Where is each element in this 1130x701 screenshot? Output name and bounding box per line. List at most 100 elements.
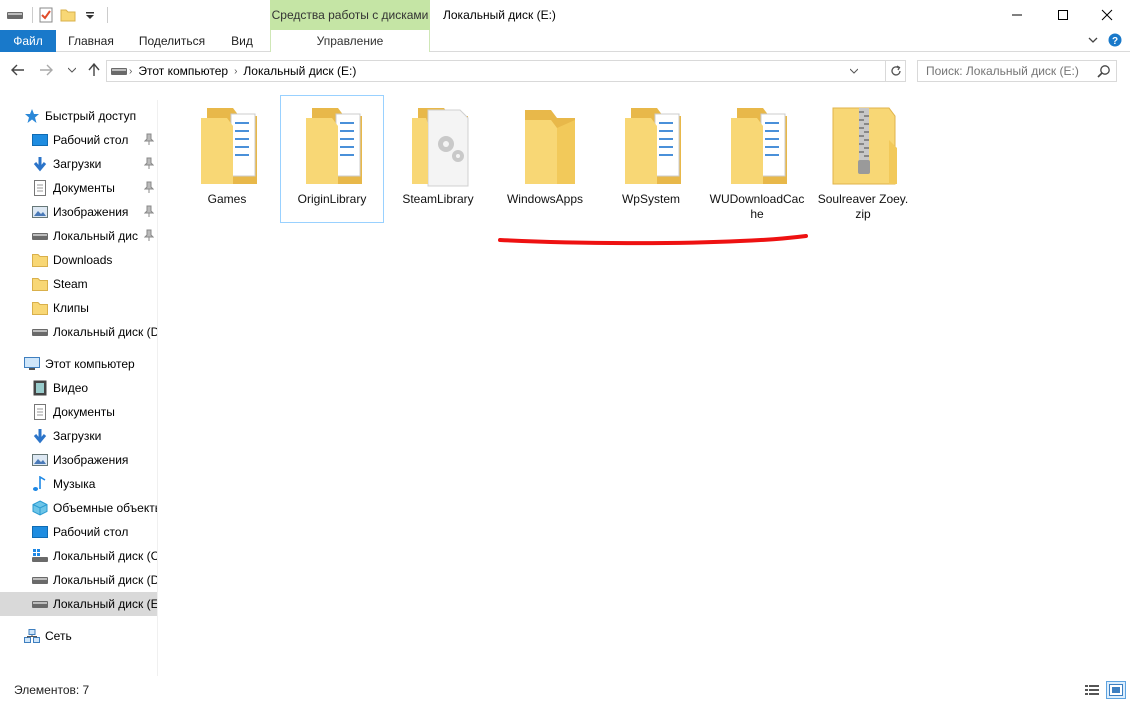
sidebar-item-pictures[interactable]: Изображения (0, 200, 157, 224)
pictures-icon (32, 452, 48, 468)
download-icon (32, 156, 48, 172)
help-icon[interactable]: ? (1108, 33, 1122, 47)
sidebar-item-local-disk-d[interactable]: Локальный диск (D (0, 568, 158, 592)
sidebar-item-desktop[interactable]: Рабочий стол (0, 128, 157, 152)
customize-toolbar-icon[interactable] (81, 6, 99, 24)
up-button[interactable] (84, 60, 104, 80)
folder-with-settings-icon (412, 108, 469, 187)
details-view-icon (1085, 685, 1099, 695)
tab-file[interactable]: Файл (0, 30, 56, 52)
pin-icon (144, 157, 154, 169)
file-item-wudownloadcache[interactable]: WUDownloadCache (705, 95, 809, 223)
sidebar-item-label: Изображения (53, 453, 129, 467)
sidebar-item-label: Видео (53, 381, 89, 395)
tab-home[interactable]: Главная (60, 30, 122, 52)
new-folder-icon[interactable] (59, 6, 77, 24)
arrow-left-icon (11, 64, 24, 76)
breadcrumb-this-pc[interactable]: Этот компьютер (138, 64, 228, 78)
music-icon (32, 476, 48, 492)
sidebar-item-label: Загрузки (53, 429, 102, 443)
close-button[interactable] (1084, 0, 1130, 30)
refresh-button[interactable] (886, 60, 906, 82)
network-icon (24, 628, 40, 644)
file-item-wpsystem[interactable]: WpSystem (599, 95, 703, 223)
file-name: OriginLibrary (297, 192, 367, 206)
sidebar-item-this-pc[interactable]: Этот компьютер (0, 352, 157, 376)
search-input[interactable] (917, 60, 1117, 82)
arrow-right-icon (40, 64, 53, 76)
chevron-down-icon (68, 67, 76, 73)
file-item-games[interactable]: Games (175, 95, 279, 223)
sidebar-item-network[interactable]: Сеть (0, 624, 157, 648)
sidebar-item-3d-objects[interactable]: Объемные объекты (0, 496, 158, 520)
computer-icon (24, 356, 40, 372)
breadcrumb-chevron[interactable]: › (129, 66, 132, 77)
sidebar-item-label: Рабочий стол (53, 525, 129, 539)
sidebar-item-local-disk-pinned[interactable]: Локальный дис (0, 224, 157, 248)
file-item-soulreaver-zip[interactable]: Soulreaver Zoey.zip (811, 95, 915, 223)
tab-share[interactable]: Поделиться (130, 30, 214, 52)
folder-with-documents-icon (731, 108, 787, 184)
sidebar-item-clips[interactable]: Клипы (0, 296, 157, 320)
sidebar-item-music[interactable]: Музыка (0, 472, 157, 496)
forward-button[interactable] (36, 60, 56, 80)
title-bar: Средства работы с дисками Локальный диск… (0, 0, 1130, 30)
properties-icon[interactable] (37, 6, 55, 24)
sidebar-item-label: Локальный диск (C (53, 549, 158, 563)
sidebar-item-label: Локальный диск (D (53, 573, 158, 587)
breadcrumb-chevron[interactable]: › (234, 66, 237, 77)
sidebar-item-local-disk-c[interactable]: Локальный диск (C (0, 544, 158, 568)
sidebar-item-pc-pictures[interactable]: Изображения (0, 448, 157, 472)
sidebar-item-video[interactable]: Видео (0, 376, 157, 400)
file-item-steamlibrary[interactable]: SteamLibrary (386, 95, 490, 223)
quick-access-toolbar (6, 4, 108, 26)
address-bar[interactable]: › Этот компьютер › Локальный диск (E:) (106, 60, 886, 82)
close-icon (1101, 9, 1113, 21)
sidebar-item-label: Сеть (45, 629, 72, 643)
expand-ribbon-icon[interactable] (1088, 35, 1098, 45)
tab-view[interactable]: Вид (222, 30, 262, 52)
3d-objects-icon (32, 500, 48, 516)
file-item-windowsapps[interactable]: WindowsApps (493, 95, 597, 223)
drive-icon (32, 572, 48, 588)
sidebar-item-label: Объемные объекты (53, 501, 158, 515)
sidebar-item-steam[interactable]: Steam (0, 272, 157, 296)
sidebar-item-label: Быстрый доступ (45, 109, 137, 123)
recent-locations-button[interactable] (62, 60, 82, 80)
sidebar-item-documents[interactable]: Документы (0, 176, 157, 200)
sidebar-item-label: Музыка (53, 477, 96, 491)
tab-manage[interactable]: Управление (270, 30, 430, 52)
sidebar-item-downloads[interactable]: Загрузки (0, 152, 157, 176)
sidebar-item-label: Локальный диск (D (53, 325, 158, 339)
sidebar-item-pc-downloads[interactable]: Загрузки (0, 424, 157, 448)
sidebar-item-quick-access[interactable]: Быстрый доступ (0, 104, 157, 128)
file-name: Soulreaver Zoey.zip (817, 192, 909, 221)
file-name: SteamLibrary (402, 192, 474, 206)
minimize-icon (1012, 14, 1022, 16)
maximize-icon (1058, 10, 1068, 20)
address-dropdown[interactable] (847, 64, 861, 78)
minimize-button[interactable] (994, 0, 1040, 30)
sidebar-item-downloads-folder[interactable]: Downloads (0, 248, 157, 272)
drive-icon (32, 324, 48, 340)
large-icons-view-button[interactable] (1106, 681, 1126, 699)
sidebar-item-label: Документы (53, 181, 115, 195)
large-icons-view-icon (1109, 684, 1123, 696)
sidebar-item-pc-documents[interactable]: Документы (0, 400, 157, 424)
sidebar-item-pc-desktop[interactable]: Рабочий стол (0, 520, 157, 544)
maximize-button[interactable] (1040, 0, 1086, 30)
folder-with-documents-icon (306, 108, 362, 184)
ribbon-controls: ? (1088, 33, 1122, 47)
video-icon (32, 380, 48, 396)
back-button[interactable] (8, 60, 28, 80)
file-name: Games (207, 192, 247, 206)
sidebar-item-label: Загрузки (53, 157, 102, 171)
sidebar-item-local-disk-e[interactable]: Локальный диск (E (0, 592, 157, 616)
chevron-down-icon (850, 68, 858, 74)
sidebar-item-local-disk-d-quick[interactable]: Локальный диск (D (0, 320, 158, 344)
file-item-originlibrary[interactable]: OriginLibrary (280, 95, 384, 223)
details-view-button[interactable] (1082, 681, 1102, 699)
desktop-icon (32, 132, 48, 148)
sidebar-item-label: Рабочий стол (53, 133, 129, 147)
breadcrumb-drive-e[interactable]: Локальный диск (E:) (243, 64, 356, 78)
